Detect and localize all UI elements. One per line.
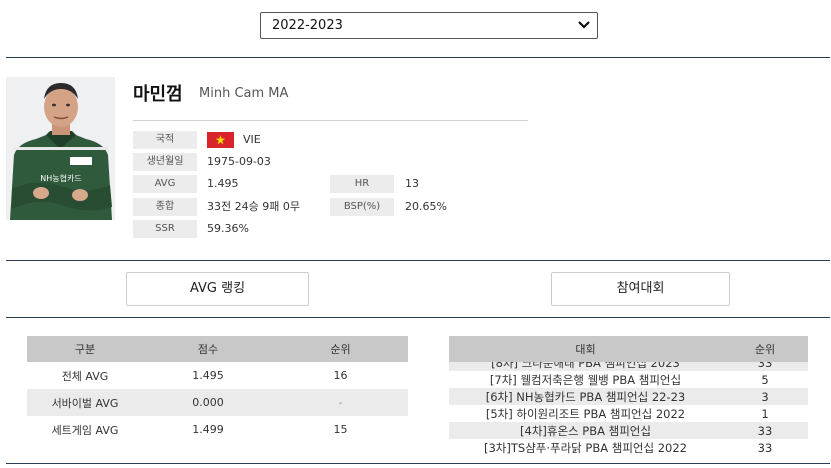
tournament-name: [4차]휴온스 PBA 챔피언십 bbox=[449, 422, 722, 439]
tournament-rank: 3 bbox=[722, 388, 808, 405]
birth-value: 1975-09-03 bbox=[207, 155, 271, 168]
avg-ranking-button[interactable]: AVG 랭킹 bbox=[126, 272, 309, 306]
table-header-row: 대회 순위 bbox=[449, 336, 808, 362]
record-value: 33전 24승 9패 0무 bbox=[207, 200, 300, 213]
table-cell: 1.499 bbox=[192, 423, 224, 436]
table-row[interactable]: [5차] 하이원리조트 PBA 챔피언십 2022 1 bbox=[449, 405, 808, 422]
table-cell: 세트게임 AVG bbox=[51, 423, 119, 437]
tournament-list-scroll[interactable]: [8차] 크라운해태 PBA 챔피언십 2023 33 [7차] 웰컴저축은행 … bbox=[449, 362, 808, 462]
table-row: 전체 AVG 1.495 16 bbox=[27, 362, 408, 389]
tournament-name: [5차] 하이원리조트 PBA 챔피언십 2022 bbox=[485, 406, 686, 421]
country-label: 국적 bbox=[133, 131, 197, 149]
ssr-label: SSR bbox=[133, 220, 197, 238]
avg-label: AVG bbox=[133, 175, 197, 193]
country-value: VIE bbox=[243, 133, 261, 146]
table-cell: 16 bbox=[333, 369, 348, 382]
tournament-name: [3차]TS샴푸·푸라닭 PBA 챔피언십 2022 bbox=[484, 440, 687, 455]
season-select[interactable]: 2022-2023 bbox=[260, 12, 598, 39]
tournament-table-header: 대회 순위 bbox=[449, 336, 808, 362]
tournaments-button[interactable]: 참여대회 bbox=[551, 272, 730, 306]
table-header: 점수 bbox=[143, 336, 273, 362]
tournament-list: [8차] 크라운해태 PBA 챔피언십 2023 33 [7차] 웰컴저축은행 … bbox=[449, 362, 808, 456]
divider bbox=[6, 463, 830, 464]
name-divider bbox=[133, 120, 528, 121]
record-label: 종합 bbox=[133, 198, 197, 216]
divider bbox=[6, 260, 830, 261]
tournament-rank: 33 bbox=[722, 362, 808, 371]
vietnam-flag-icon bbox=[207, 132, 234, 148]
table-row: 세트게임 AVG 1.499 15 bbox=[27, 416, 408, 443]
ssr-value: 59.36% bbox=[207, 222, 249, 235]
hr-label: HR bbox=[330, 175, 394, 193]
divider bbox=[6, 317, 830, 318]
table-row[interactable]: [8차] 크라운해태 PBA 챔피언십 2023 33 bbox=[449, 362, 808, 371]
table-cell: 1.495 bbox=[192, 369, 224, 382]
table-row: 서바이벌 AVG 0.000 - bbox=[27, 389, 408, 416]
table-header: 대회 bbox=[449, 336, 722, 362]
table-cell: 0.000 bbox=[143, 389, 273, 416]
season-select-value: 2022-2023 bbox=[272, 18, 343, 33]
tournament-rank: 1 bbox=[761, 406, 769, 421]
birth-label: 생년월일 bbox=[133, 153, 197, 171]
tournament-table: 대회 순위 [8차] 크라운해태 PBA 챔피언십 2023 33 [7차] 웰… bbox=[449, 336, 808, 462]
tournament-rank: 33 bbox=[722, 422, 808, 439]
tournament-name: [6차] NH농협카드 PBA 챔피언십 22-23 bbox=[449, 388, 722, 405]
table-cell: 서바이벌 AVG bbox=[27, 389, 143, 416]
table-row[interactable]: [3차]TS샴푸·푸라닭 PBA 챔피언십 2022 33 bbox=[449, 439, 808, 456]
table-header: 순위 bbox=[273, 336, 408, 362]
table-cell: - bbox=[273, 389, 408, 416]
player-name-english: Minh Cam MA bbox=[199, 86, 289, 101]
chevron-down-icon bbox=[578, 21, 590, 29]
table-header: 구분 bbox=[27, 336, 143, 362]
avg-value: 1.495 bbox=[207, 177, 239, 190]
table-header-row: 구분 점수 순위 bbox=[27, 336, 408, 362]
avg-ranking-table: 구분 점수 순위 전체 AVG 1.495 16 서바이벌 AVG 0.000 … bbox=[27, 336, 408, 443]
svg-text:NH농협카드: NH농협카드 bbox=[40, 173, 81, 183]
player-photo: NH농협카드 bbox=[6, 77, 115, 220]
bsp-value: 20.65% bbox=[405, 200, 447, 213]
divider bbox=[6, 57, 830, 58]
table-row[interactable]: [6차] NH농협카드 PBA 챔피언십 22-23 3 bbox=[449, 388, 808, 405]
table-cell: 15 bbox=[333, 423, 348, 436]
bsp-label: BSP(%) bbox=[330, 198, 394, 216]
table-cell: 전체 AVG bbox=[61, 369, 109, 383]
tournament-rank: 33 bbox=[757, 440, 773, 455]
table-row[interactable]: [7차] 웰컴저축은행 웰뱅 PBA 챔피언십 5 bbox=[449, 371, 808, 388]
tournament-name: [8차] 크라운해태 PBA 챔피언십 2023 bbox=[449, 362, 722, 371]
tournament-rank: 5 bbox=[761, 372, 769, 387]
table-header: 순위 bbox=[722, 336, 808, 362]
player-name-korean: 마민껌 bbox=[133, 84, 183, 105]
table-row[interactable]: [4차]휴온스 PBA 챔피언십 33 bbox=[449, 422, 808, 439]
hr-value: 13 bbox=[405, 177, 419, 190]
tournament-name: [7차] 웰컴저축은행 웰뱅 PBA 챔피언십 bbox=[489, 372, 682, 387]
